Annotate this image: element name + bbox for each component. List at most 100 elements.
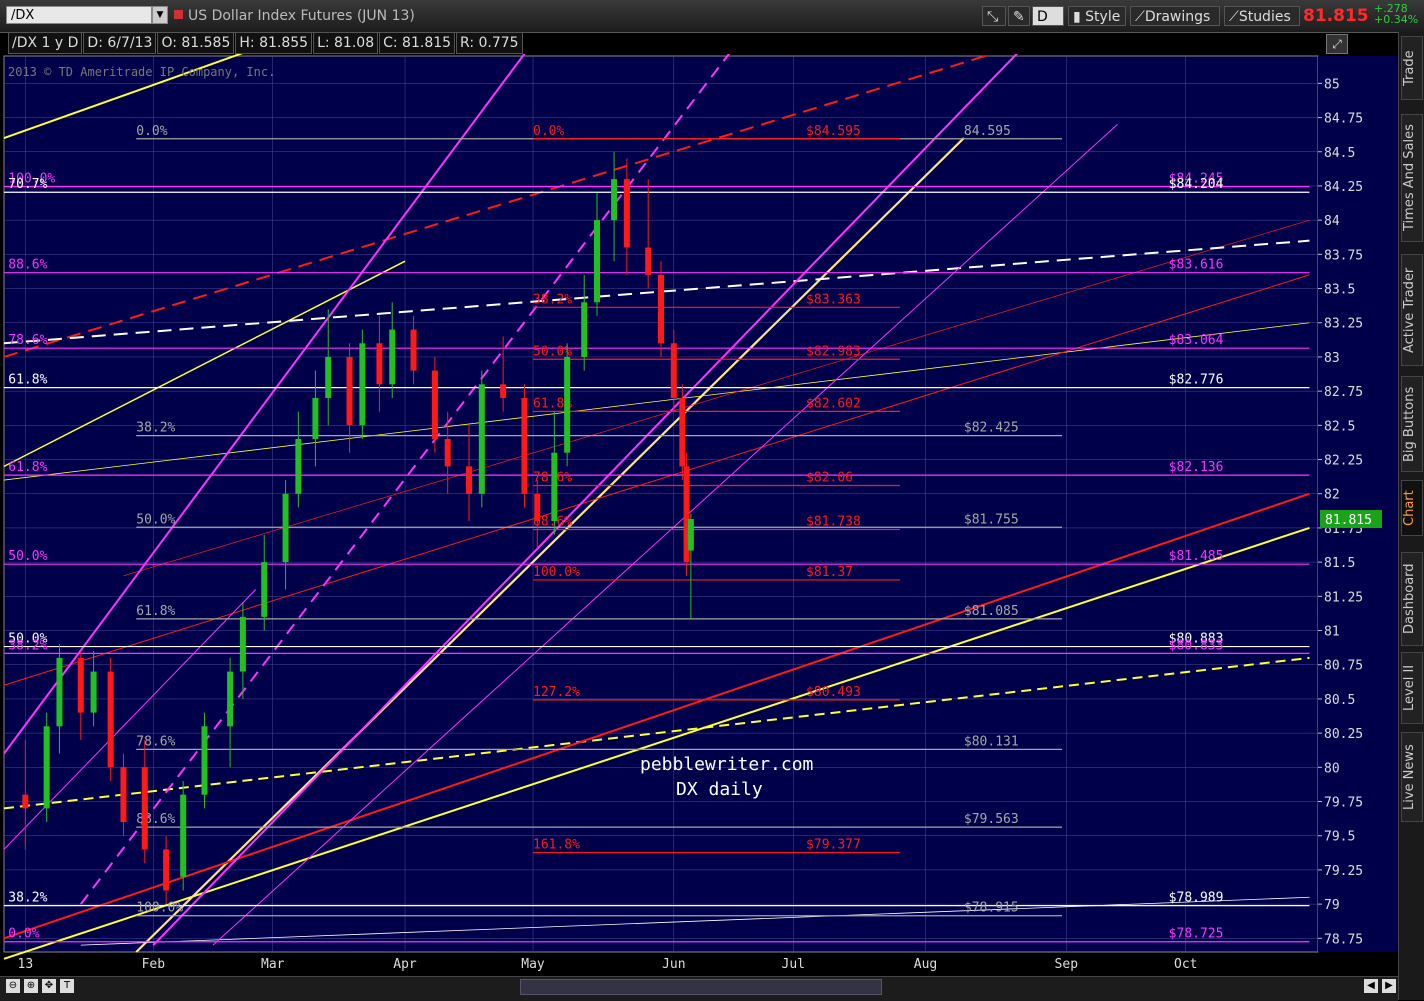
style-button[interactable]: ▮ Style — [1068, 6, 1126, 26]
fib-level-price: $80.131 — [964, 734, 1019, 749]
fib-level-price: $83.363 — [806, 292, 861, 307]
period-button[interactable]: D — [1032, 6, 1064, 26]
fib-level-price: $82.425 — [964, 421, 1019, 436]
fib-level-price: $84.595 — [806, 124, 861, 139]
y-tick-label: 82.25 — [1324, 454, 1363, 469]
candle-body — [141, 767, 148, 850]
scroll-left-icon[interactable]: ◀ — [1364, 979, 1378, 993]
tab-active-trader[interactable]: Active Trader — [1401, 254, 1423, 366]
fib-level-percent: 161.8% — [533, 838, 580, 853]
fib-level-price: $82.602 — [806, 396, 861, 411]
zoom-out-icon[interactable]: ⊖ — [6, 979, 20, 993]
fib-level-price: 84.595 — [964, 124, 1011, 139]
flag-icon[interactable] — [174, 10, 183, 19]
candle-body — [56, 657, 63, 727]
wrench-icon[interactable]: ✎ — [1008, 6, 1030, 26]
candle-body — [43, 726, 50, 809]
fib-level-price: $82.136 — [1169, 460, 1224, 475]
scroll-right-icon[interactable]: ▶ — [1382, 979, 1396, 993]
x-tick-label: Sep — [1055, 957, 1079, 972]
fib-level-price: $78.989 — [1169, 891, 1224, 906]
candle-body — [77, 657, 84, 713]
tab-dashboard[interactable]: Dashboard — [1401, 552, 1423, 646]
y-tick-label: 82.5 — [1324, 419, 1355, 434]
candle-body — [623, 179, 630, 248]
fib-level-percent: 78.6% — [136, 734, 175, 749]
right-sidebar: Trade Times And Sales Active Trader Big … — [1398, 32, 1424, 1000]
info-date: D: 6/7/13 — [83, 32, 157, 54]
candle-body — [410, 329, 417, 371]
fib-level-price: $83.616 — [1169, 258, 1224, 273]
chart-scrollbar[interactable] — [520, 979, 882, 995]
x-tick-label: Mar — [261, 957, 285, 972]
symbol-input[interactable]: /DX — [6, 6, 152, 24]
candle-body — [163, 849, 170, 891]
candle-body — [312, 397, 319, 440]
fib-level-percent: 0.0% — [136, 124, 167, 139]
x-tick-label: Feb — [142, 957, 166, 972]
fib-level-price: $83.064 — [1169, 333, 1224, 348]
drawings-button[interactable]: ⟋Drawings — [1130, 6, 1220, 26]
y-tick-label: 80.5 — [1324, 693, 1355, 708]
candle-body — [295, 439, 302, 494]
fib-level-price: $81.755 — [964, 512, 1019, 527]
tab-level-ii[interactable]: Level II — [1401, 652, 1423, 724]
candle-body — [376, 343, 383, 385]
pan-icon[interactable]: ✥ — [42, 979, 56, 993]
zoom-in-icon[interactable]: ⊕ — [24, 979, 38, 993]
candle-body — [687, 519, 694, 551]
candle-body — [645, 247, 652, 275]
candle-body — [679, 397, 686, 467]
fib-level-percent: 38.2% — [533, 292, 572, 307]
candle-body — [564, 356, 571, 453]
tab-live-news[interactable]: Live News — [1401, 732, 1423, 822]
fib-level-percent: 50.0% — [8, 549, 47, 564]
candle-body — [521, 397, 528, 494]
fib-level-percent: 0.0% — [8, 927, 39, 942]
candle-body — [239, 616, 246, 672]
studies-button[interactable]: ⟋Studies — [1224, 6, 1300, 26]
candle-body — [670, 343, 677, 398]
candle-body — [594, 220, 601, 303]
candle-body — [500, 384, 507, 398]
info-close: C: 81.815 — [379, 32, 456, 54]
candle-body — [359, 343, 366, 426]
candle-body — [611, 179, 618, 221]
crosshair-tool-icon[interactable]: ⤡ — [982, 6, 1006, 26]
candle-body — [120, 767, 127, 823]
fib-level-price: $84.204 — [1169, 177, 1224, 192]
candle-body — [227, 671, 234, 727]
tab-trade[interactable]: Trade — [1401, 36, 1423, 100]
fib-level-percent: 70.7% — [8, 177, 47, 192]
fib-level-price: $80.493 — [806, 685, 861, 700]
candle-body — [22, 794, 29, 809]
price-chart[interactable]: 0.0% 84.5950.0% $84.595100.0% $84.24570.7% $… — [0, 54, 1398, 976]
tab-chart[interactable]: Chart — [1401, 480, 1423, 536]
x-tick-label: Oct — [1174, 957, 1197, 972]
symbol-dropdown-button[interactable]: ▼ — [152, 6, 168, 24]
candle-body — [444, 439, 451, 467]
fib-level-percent: 127.2% — [533, 685, 580, 700]
fib-level-percent: 100.0% — [136, 901, 183, 916]
tab-big-buttons[interactable]: Big Buttons — [1401, 376, 1423, 472]
y-tick-label: 84.25 — [1324, 180, 1363, 195]
last-price-badge-label: 81.815 — [1325, 513, 1372, 528]
x-tick-label: Jul — [782, 957, 805, 972]
fib-level-percent: 38.2% — [8, 891, 47, 906]
x-tick-label: Apr — [393, 957, 417, 972]
fib-level-percent: 38.2% — [8, 638, 47, 653]
watermark-line-2: DX daily — [676, 779, 763, 800]
studies-icon: ⟋ — [1229, 9, 1239, 25]
expand-icon[interactable]: ⤢ — [1326, 34, 1348, 54]
candle-body — [107, 671, 114, 768]
fib-level-percent: 78.6% — [8, 333, 47, 348]
fib-level-percent: 88.6% — [8, 258, 47, 273]
fib-level-price: $79.563 — [964, 812, 1019, 827]
x-tick-label: Jun — [662, 957, 685, 972]
copyright-text: 2013 © TD Ameritrade IP Company, Inc. — [8, 65, 275, 79]
text-tool-icon[interactable]: T — [60, 979, 74, 993]
candle-body — [551, 452, 558, 522]
change-percent: +0.34% — [1374, 13, 1419, 26]
fib-level-percent: 38.2% — [136, 421, 175, 436]
tab-times-and-sales[interactable]: Times And Sales — [1401, 114, 1423, 242]
